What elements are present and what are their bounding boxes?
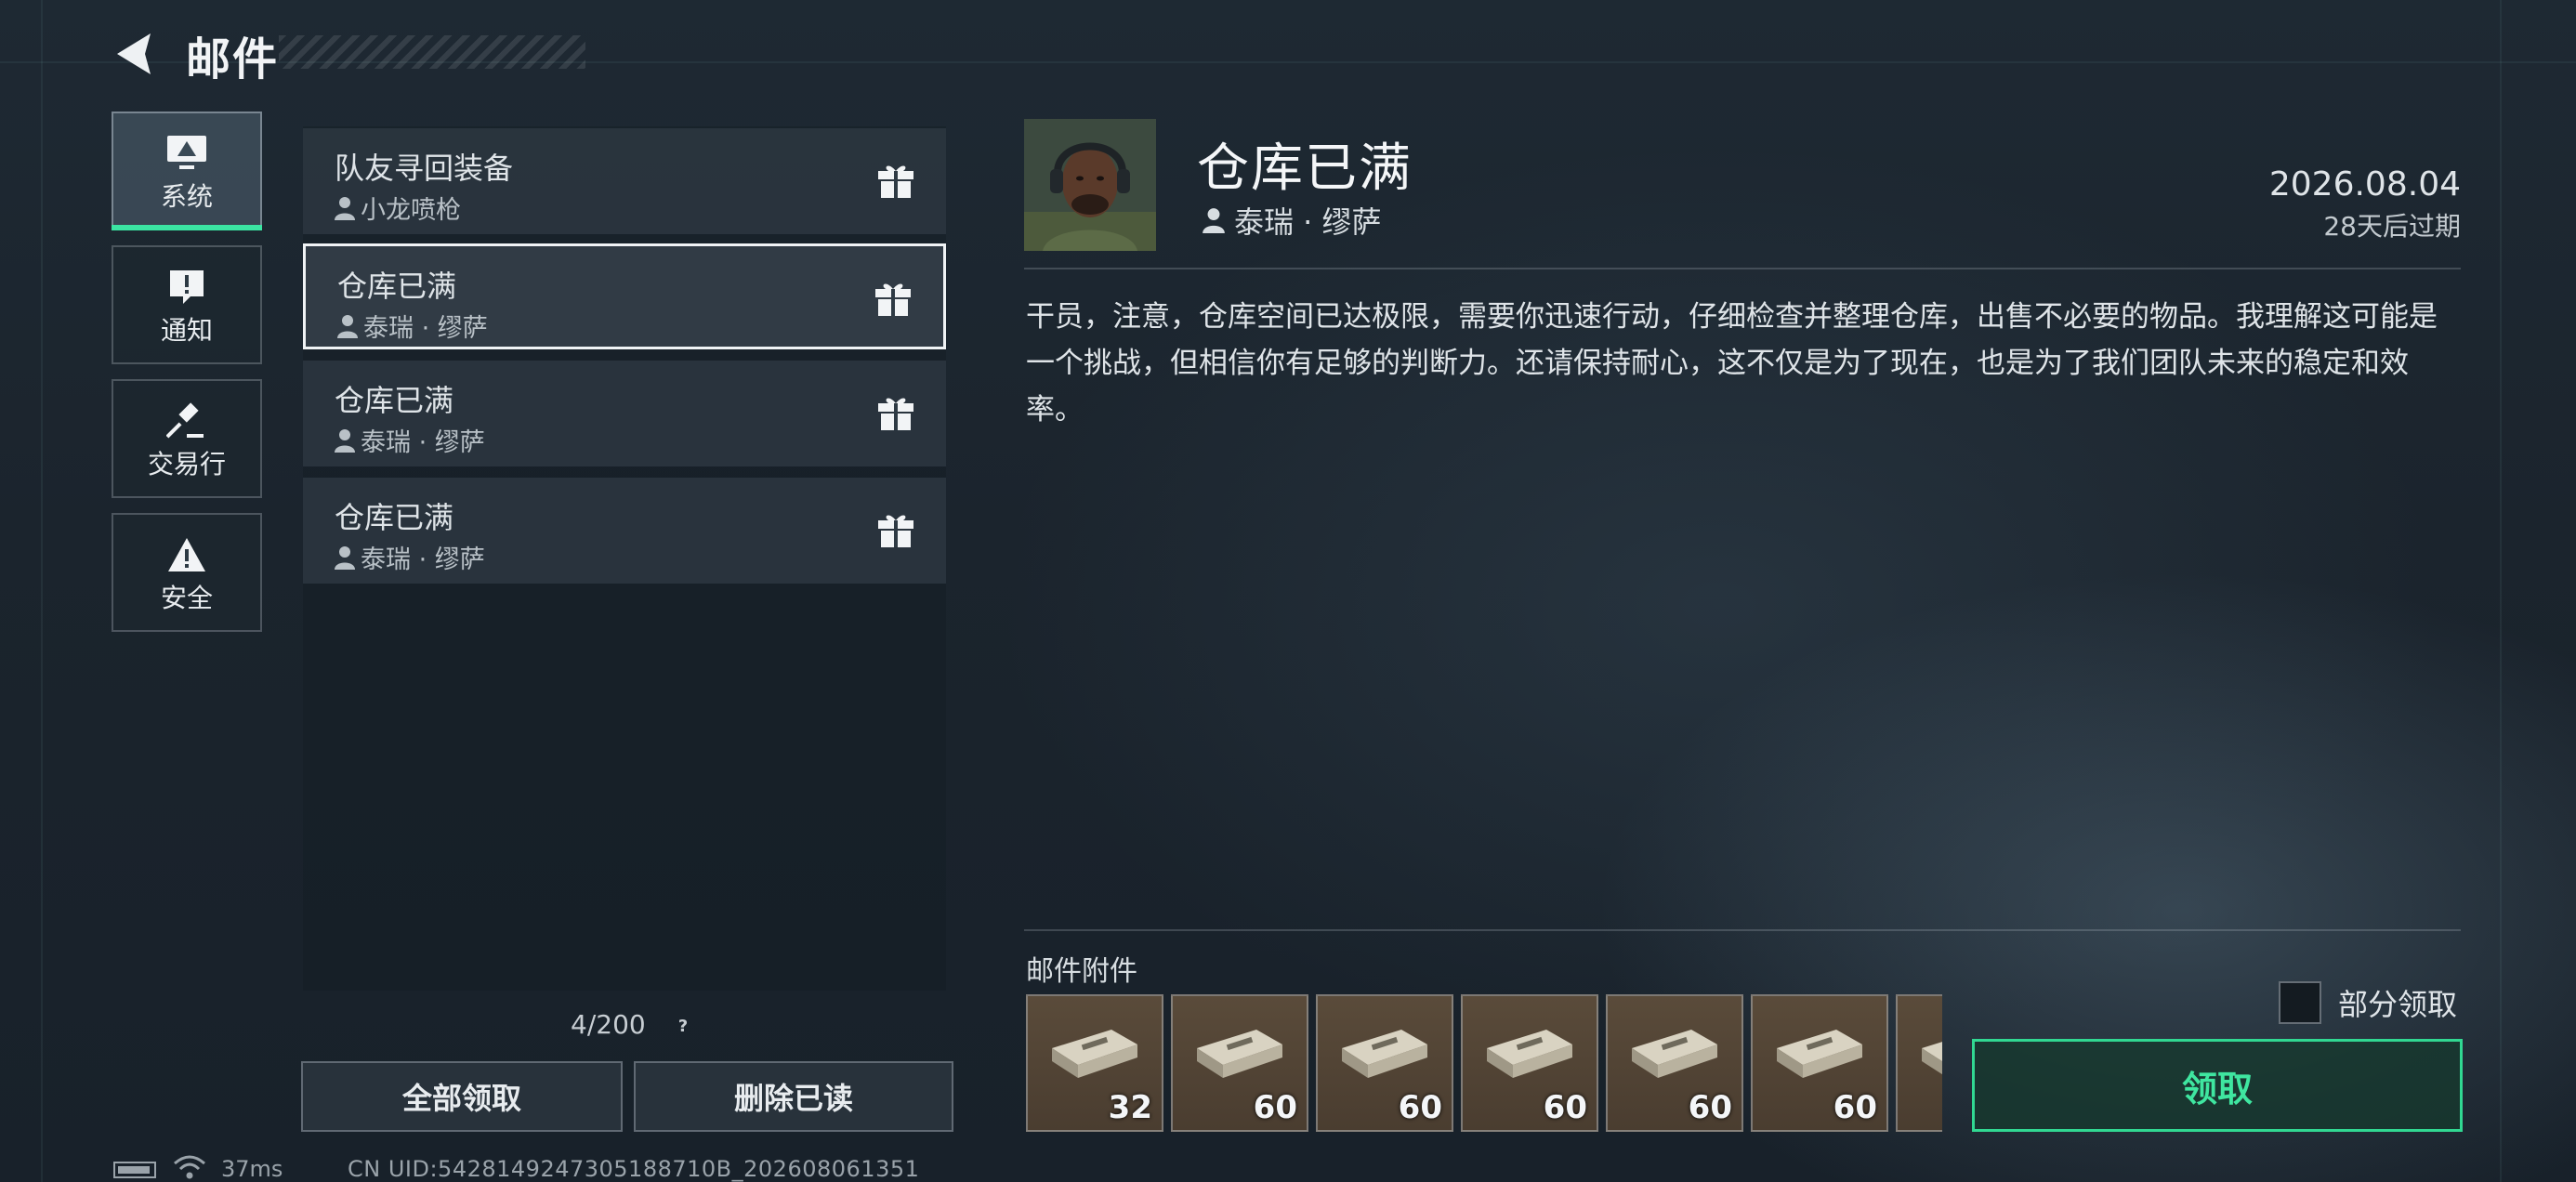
mail-detail-title: 仓库已满 [1197, 138, 1413, 199]
ammo-box-icon [1487, 1030, 1572, 1078]
claim-all-button[interactable]: 全部领取 [301, 1061, 623, 1132]
mail-expiry: 28天后过期 [2323, 211, 2461, 242]
attachment-item[interactable]: 60 [1171, 994, 1308, 1132]
ping-value: 37ms [221, 1156, 283, 1182]
sidebar-item-notice[interactable]: 通知 [112, 245, 262, 364]
help-icon[interactable]: ? [673, 1017, 693, 1037]
attachment-quantity: 60 [1833, 1089, 1877, 1126]
ammo-box-icon [1342, 1030, 1427, 1078]
person-icon [335, 196, 355, 220]
mail-sender: 泰瑞 · 缪萨 [335, 422, 485, 458]
person-icon [335, 545, 355, 570]
ammo-box-icon [1197, 1030, 1282, 1078]
divider [1024, 929, 2461, 931]
person-icon [335, 428, 355, 453]
attachment-item[interactable]: 60 [1316, 994, 1453, 1132]
mail-detail-sender: 泰瑞 · 缪萨 [1203, 199, 1382, 242]
gift-icon [878, 398, 913, 430]
claim-button[interactable]: 领取 [1972, 1039, 2463, 1132]
ammo-box-icon [1777, 1030, 1862, 1078]
user-uid: CN UID:5428149247305188710B_202608061351 [348, 1156, 920, 1182]
partial-claim-label: 部分领取 [2338, 987, 2458, 1022]
mail-detail-sender-name: 泰瑞 · 缪萨 [1234, 204, 1382, 240]
attachment-quantity: 60 [1688, 1089, 1732, 1126]
sidebar-item-security[interactable]: 安全 [112, 513, 262, 632]
gift-icon [875, 283, 911, 316]
mail-count: 4/200 [571, 1009, 646, 1040]
mail-sender: 泰瑞 · 缪萨 [335, 539, 485, 575]
gift-icon [878, 165, 913, 198]
gavel-icon [113, 398, 260, 444]
ammo-box-icon [1922, 1042, 1942, 1075]
ammo-box-icon [1052, 1030, 1137, 1078]
sidebar-item-label: 通知 [160, 315, 213, 346]
mail-item[interactable]: 仓库已满 泰瑞 · 缪萨 [303, 361, 946, 466]
title-decoration [279, 35, 585, 69]
attachments-label: 邮件附件 [1026, 955, 1137, 988]
mail-sender: 泰瑞 · 缪萨 [337, 308, 488, 344]
back-arrow-icon[interactable] [110, 28, 162, 80]
grid-line [41, 0, 43, 1182]
mail-sender-name: 泰瑞 · 缪萨 [361, 545, 485, 574]
attachment-item[interactable] [1896, 994, 1942, 1132]
wifi-icon [174, 1155, 205, 1179]
attachment-item[interactable]: 60 [1751, 994, 1888, 1132]
mail-date: 2026.08.04 [2268, 165, 2461, 204]
attachment-quantity: 32 [1108, 1089, 1152, 1126]
alert-bubble-icon [113, 264, 260, 310]
mail-sender-name: 泰瑞 · 缪萨 [361, 428, 485, 457]
attachment-item[interactable]: 60 [1606, 994, 1743, 1132]
attachments-row: 32 60 60 60 60 60 [1026, 994, 1942, 1134]
divider [1024, 268, 2461, 269]
battery-icon [113, 1162, 156, 1178]
delete-read-button[interactable]: 删除已读 [634, 1061, 953, 1132]
attachment-quantity: 60 [1543, 1089, 1587, 1126]
grid-line [2500, 0, 2502, 1182]
sidebar-item-label: 安全 [160, 583, 213, 613]
mail-subject: 仓库已满 [335, 500, 454, 535]
mail-sender: 小龙喷枪 [335, 190, 461, 226]
mail-sender-name: 泰瑞 · 缪萨 [363, 314, 488, 343]
mail-subject: 仓库已满 [337, 269, 457, 304]
sidebar-item-trade[interactable]: 交易行 [112, 379, 262, 498]
warning-triangle-icon [113, 532, 260, 578]
person-icon [337, 314, 358, 338]
monitor-icon [113, 130, 260, 177]
attachment-quantity: 60 [1253, 1089, 1297, 1126]
mail-item[interactable]: 仓库已满 泰瑞 · 缪萨 [303, 478, 946, 584]
mail-item[interactable]: 仓库已满 泰瑞 · 缪萨 [303, 243, 946, 349]
mail-item[interactable]: 队友寻回装备 小龙喷枪 [303, 128, 946, 234]
mail-sender-name: 小龙喷枪 [361, 196, 461, 225]
ammo-box-icon [1632, 1030, 1717, 1078]
mail-subject: 仓库已满 [335, 383, 454, 418]
attachment-item[interactable]: 32 [1026, 994, 1163, 1132]
sidebar-item-label: 系统 [160, 181, 213, 212]
sidebar-item-system[interactable]: 系统 [112, 112, 262, 230]
mail-subject: 队友寻回装备 [335, 151, 514, 186]
sidebar-item-label: 交易行 [147, 449, 226, 479]
active-indicator [112, 225, 262, 230]
attachment-item[interactable]: 60 [1461, 994, 1598, 1132]
mail-body: 干员，注意，仓库空间已达极限，需要你迅速行动，仔细检查并整理仓库，出售不必要的物… [1026, 300, 2438, 427]
page-title: 邮件 [186, 33, 280, 85]
person-icon [1203, 208, 1225, 233]
attachment-quantity: 60 [1398, 1089, 1442, 1126]
gift-icon [878, 515, 913, 547]
partial-claim-checkbox[interactable] [2279, 981, 2321, 1024]
sender-avatar [1024, 119, 1156, 251]
